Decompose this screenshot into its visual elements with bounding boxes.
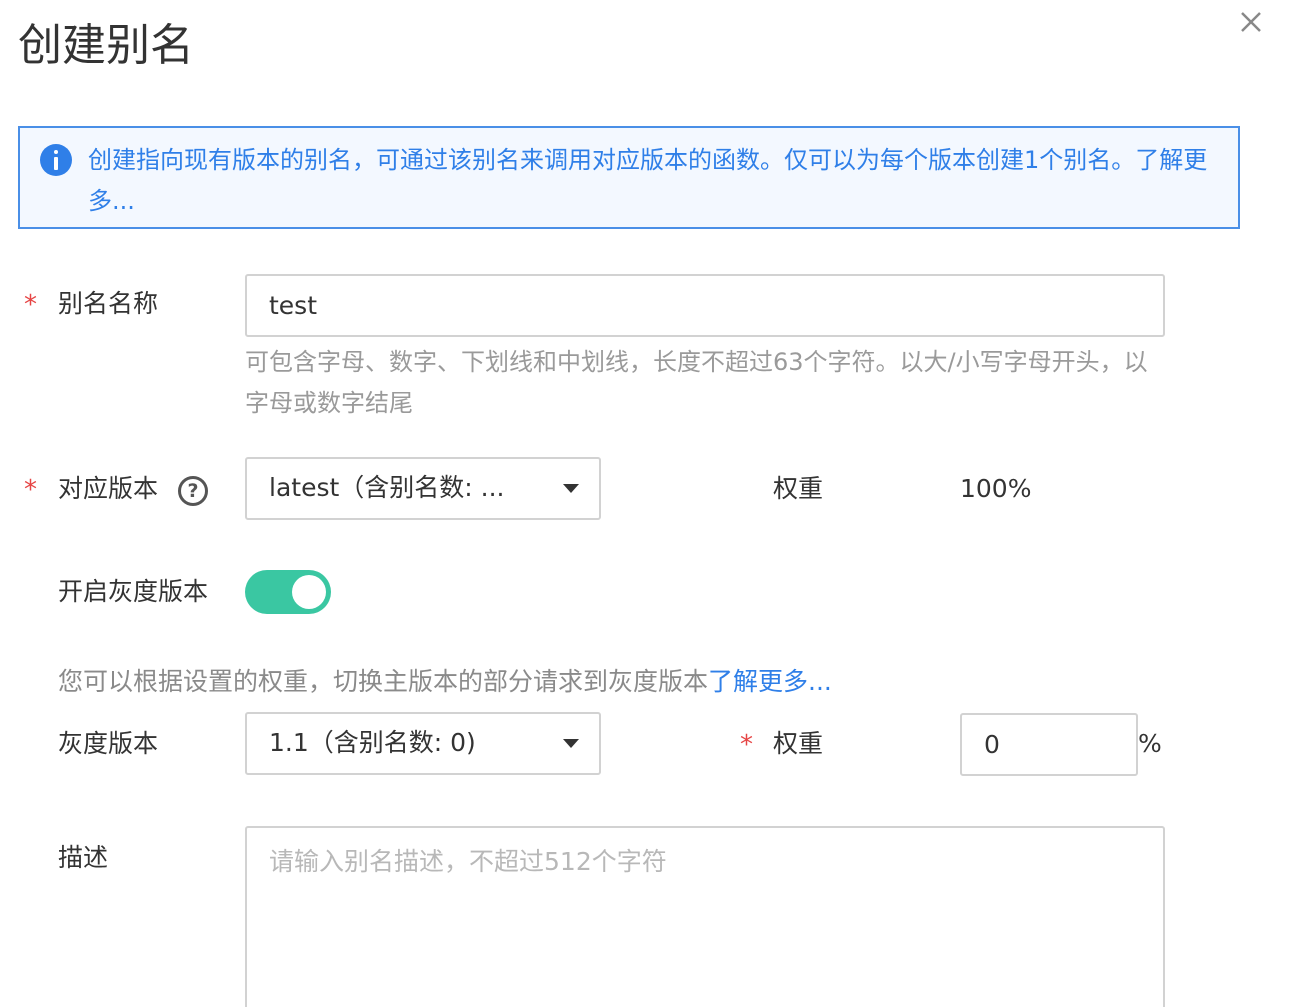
version-label: 对应版本 xyxy=(58,474,159,503)
weight-label: 权重 xyxy=(773,474,824,503)
required-mark: * xyxy=(24,290,37,320)
alias-name-label: 别名名称 xyxy=(58,289,159,318)
version-select-value: latest（含别名数: ... xyxy=(269,473,505,502)
description-label: 描述 xyxy=(58,843,109,872)
weight-value: 100% xyxy=(960,474,1032,503)
gray-learn-more-link[interactable]: 了解更多... xyxy=(708,667,832,696)
gray-weight-input[interactable] xyxy=(962,715,1136,774)
description-textarea-wrapper xyxy=(245,826,1165,1007)
gray-version-select[interactable]: 1.1（含别名数: 0) xyxy=(245,712,601,775)
chevron-down-icon xyxy=(563,484,579,493)
alias-name-input-wrapper xyxy=(245,274,1165,337)
gray-version-label: 灰度版本 xyxy=(58,729,159,758)
required-mark: * xyxy=(24,475,37,505)
chevron-down-icon xyxy=(563,739,579,748)
gray-version-toggle[interactable] xyxy=(245,570,331,614)
gray-toggle-label: 开启灰度版本 xyxy=(58,577,209,606)
question-circle-icon[interactable]: ? xyxy=(178,476,208,506)
info-banner-message: 创建指向现有版本的别名，可通过该别名来调用对应版本的函数。仅可以为每个版本创建1… xyxy=(88,146,1136,174)
gray-note: 您可以根据设置的权重，切换主版本的部分请求到灰度版本了解更多... xyxy=(58,665,832,699)
info-banner-text: 创建指向现有版本的别名，可通过该别名来调用对应版本的函数。仅可以为每个版本创建1… xyxy=(88,140,1218,222)
percent-unit: % xyxy=(1138,729,1162,758)
gray-weight-input-wrapper xyxy=(960,713,1138,776)
create-alias-dialog: 创建别名 创建指向现有版本的别名，可通过该别名来调用对应版本的函数。仅可以为每个… xyxy=(0,0,1300,1007)
info-banner: 创建指向现有版本的别名，可通过该别名来调用对应版本的函数。仅可以为每个版本创建1… xyxy=(18,126,1240,229)
close-icon xyxy=(1241,12,1261,32)
close-button[interactable] xyxy=(1233,4,1269,40)
alias-name-hint: 可包含字母、数字、下划线和中划线，长度不超过63个字符。以大/小写字母开头，以字… xyxy=(245,348,1148,417)
description-textarea[interactable] xyxy=(247,828,1163,1007)
version-select[interactable]: latest（含别名数: ... xyxy=(245,457,601,520)
required-mark: * xyxy=(740,730,753,760)
gray-weight-label: 权重 xyxy=(773,729,824,758)
gray-version-select-value: 1.1（含别名数: 0) xyxy=(269,728,476,757)
dialog-title: 创建别名 xyxy=(18,20,194,71)
toggle-knob xyxy=(292,575,326,609)
gray-note-text: 您可以根据设置的权重，切换主版本的部分请求到灰度版本 xyxy=(58,667,709,696)
info-icon xyxy=(40,144,72,176)
alias-name-input[interactable] xyxy=(247,276,1163,335)
